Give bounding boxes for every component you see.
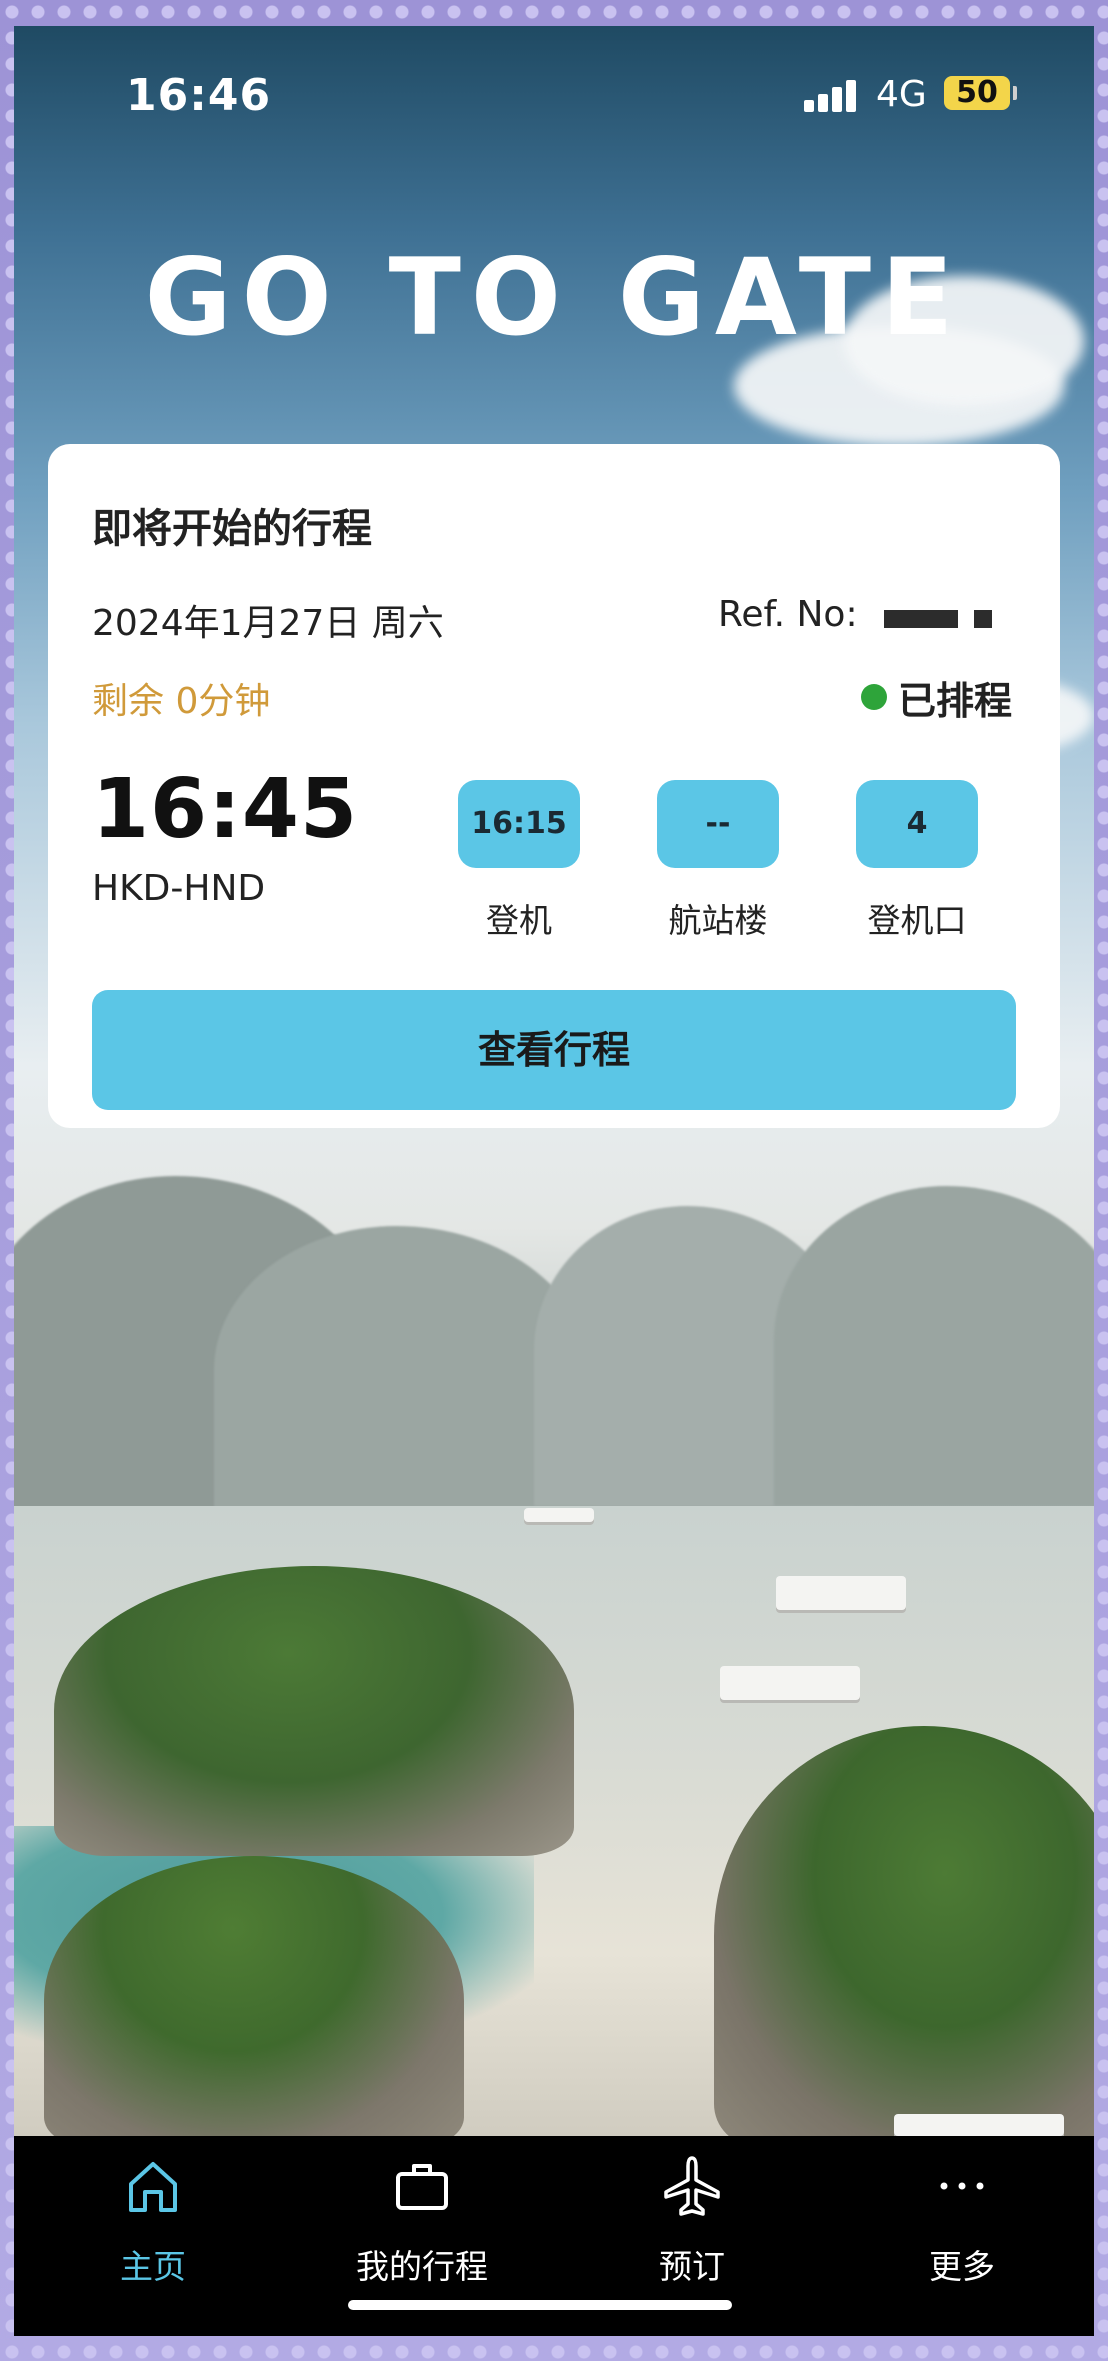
island bbox=[44, 1856, 464, 2146]
boat bbox=[894, 2114, 1064, 2136]
card-title: 即将开始的行程 bbox=[92, 506, 372, 552]
time-remaining: 剩余 0分钟 bbox=[92, 681, 271, 722]
tab-home[interactable]: 主页 bbox=[43, 2154, 263, 2314]
terminal-badge: -- bbox=[657, 780, 779, 868]
phone-screen: 16:46 4G 50 GO TO GATE 即将开始的行程 2024年1月27… bbox=[14, 26, 1094, 2336]
status-time: 16:46 bbox=[126, 70, 272, 121]
flight-route: HKD-HND bbox=[92, 868, 266, 909]
battery-tip bbox=[1013, 86, 1017, 100]
gate-badge: 4 bbox=[856, 780, 978, 868]
tab-booking[interactable]: 预订 bbox=[582, 2154, 802, 2314]
karst-mountain bbox=[774, 1186, 1094, 1506]
boat bbox=[720, 1666, 860, 1700]
signal-icon bbox=[804, 78, 864, 112]
status-bar: 16:46 4G 50 bbox=[14, 26, 1094, 136]
trip-date: 2024年1月27日 周六 bbox=[92, 603, 444, 644]
upcoming-trip-card: 即将开始的行程 2024年1月27日 周六 Ref. No: 剩余 0分钟 已排… bbox=[48, 444, 1060, 1128]
boarding-label: 登机 bbox=[486, 901, 552, 940]
airplane-icon bbox=[664, 2156, 720, 2216]
ref-redacted bbox=[884, 610, 958, 628]
gate-label: 登机口 bbox=[867, 901, 967, 940]
departure-time: 16:45 bbox=[92, 762, 359, 857]
tab-my-trips-label: 我的行程 bbox=[356, 2247, 488, 2286]
ref-redacted bbox=[974, 610, 992, 628]
briefcase-icon bbox=[396, 2164, 448, 2210]
background-scenery bbox=[14, 26, 1094, 2336]
home-indicator[interactable] bbox=[348, 2300, 732, 2310]
boat bbox=[524, 1508, 594, 1522]
tab-more[interactable]: 更多 bbox=[852, 2154, 1072, 2314]
ref-label: Ref. No: bbox=[718, 594, 858, 635]
network-type: 4G bbox=[876, 74, 927, 115]
boarding-time-badge: 16:15 bbox=[458, 780, 580, 868]
boat bbox=[776, 1576, 906, 1610]
more-icon bbox=[940, 2182, 984, 2190]
island bbox=[54, 1566, 574, 1856]
tab-my-trips[interactable]: 我的行程 bbox=[312, 2154, 532, 2314]
tab-more-label: 更多 bbox=[929, 2247, 995, 2286]
tab-home-label: 主页 bbox=[120, 2247, 186, 2286]
view-trip-button[interactable]: 查看行程 bbox=[92, 990, 1016, 1110]
tab-booking-label: 预订 bbox=[659, 2247, 725, 2286]
terminal-label: 航站楼 bbox=[668, 901, 768, 940]
home-icon bbox=[129, 2162, 177, 2212]
status-dot-icon bbox=[861, 684, 887, 710]
battery-icon: 50 bbox=[944, 76, 1010, 110]
brand-logo: GO TO GATE bbox=[144, 236, 964, 359]
schedule-status: 已排程 bbox=[898, 679, 1013, 723]
